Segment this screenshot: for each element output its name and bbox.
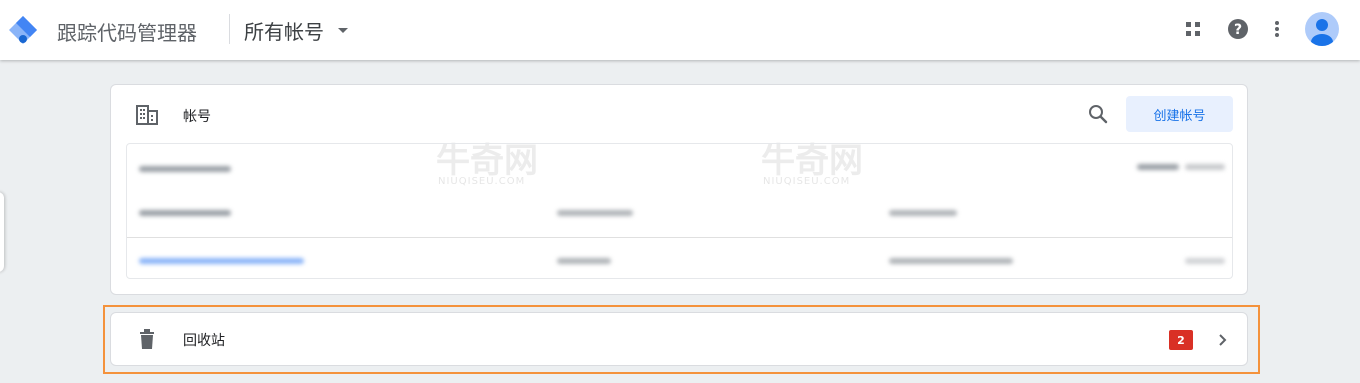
building-icon	[136, 105, 158, 125]
redacted-text	[889, 210, 957, 216]
redacted-text	[889, 258, 1013, 264]
trash-card[interactable]: 回收站 2	[110, 312, 1248, 366]
chevron-right-icon[interactable]	[1213, 330, 1233, 350]
redacted-text	[1137, 164, 1179, 170]
search-icon[interactable]	[1087, 103, 1109, 125]
redacted-text	[139, 210, 231, 216]
account-selector[interactable]: 所有帐号	[244, 14, 348, 46]
accounts-title: 帐号	[183, 109, 211, 125]
redacted-text	[1185, 164, 1225, 170]
accounts-list	[126, 143, 1233, 279]
redacted-text	[1185, 258, 1225, 264]
redacted-text	[139, 166, 231, 172]
top-app-bar: 跟踪代码管理器 所有帐号 ?	[0, 0, 1360, 60]
account-row[interactable]	[127, 144, 1232, 190]
create-account-button[interactable]: 创建帐号	[1126, 96, 1233, 132]
svg-text:?: ?	[1234, 22, 1242, 38]
account-selector-label: 所有帐号	[244, 19, 324, 44]
accounts-card-header: 帐号 创建帐号	[111, 85, 1247, 143]
trash-icon	[140, 329, 154, 349]
account-row[interactable]	[127, 190, 1232, 236]
account-row[interactable]	[127, 237, 1232, 283]
more-vert-icon[interactable]	[1264, 16, 1290, 42]
tag-manager-logo-icon[interactable]	[6, 13, 40, 47]
side-drawer-handle[interactable]	[0, 192, 4, 272]
help-icon[interactable]: ?	[1225, 16, 1251, 42]
app-title: 跟踪代码管理器	[57, 21, 197, 45]
trash-label: 回收站	[183, 333, 225, 349]
trash-count-badge: 2	[1169, 330, 1193, 350]
accounts-card: 帐号 创建帐号 牛奇网 NIUQISEU.COM 牛奇网 NIUQISEU.CO…	[110, 84, 1248, 295]
apps-grid-icon[interactable]	[1180, 16, 1206, 42]
redacted-text	[557, 210, 633, 216]
dropdown-caret-icon	[338, 27, 348, 33]
redacted-link[interactable]	[139, 258, 304, 264]
redacted-text	[557, 258, 611, 264]
header-divider	[229, 14, 230, 44]
avatar[interactable]	[1305, 12, 1339, 46]
